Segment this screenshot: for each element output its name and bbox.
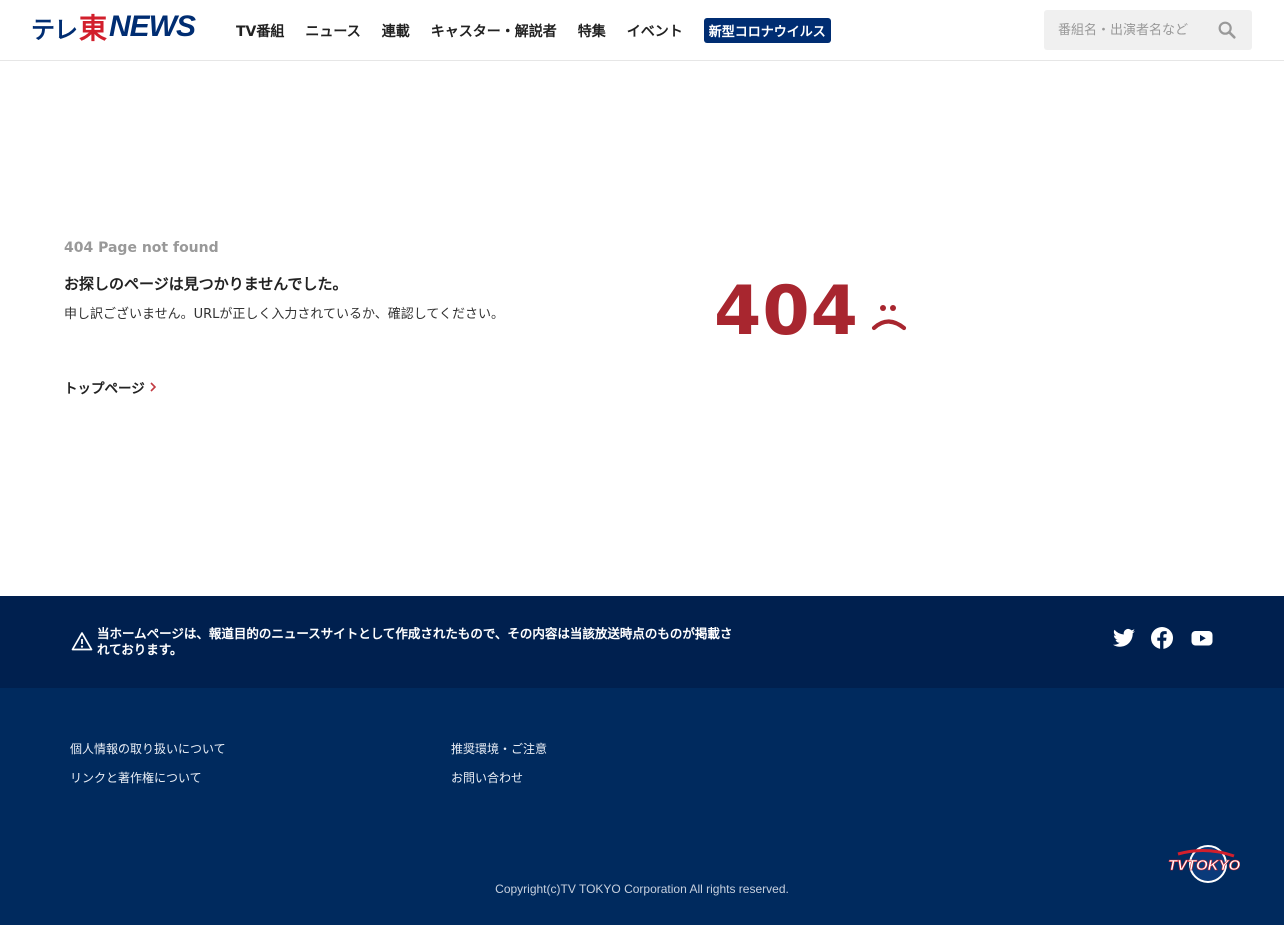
copyright: Copyright(c)TV TOKYO Corporation All rig… [495,882,789,896]
footer-link-privacy[interactable]: 個人情報の取り扱いについて [70,740,226,757]
sad-face-icon [871,305,907,331]
logo-tere: テレ [31,15,78,44]
error-title: お探しのページは見つかりませんでした。 [64,275,348,293]
main-nav: TV番組 ニュース 連載 キャスター・解説者 特集 イベント 新型コロナウイルス [236,18,831,43]
site-header: テレ 東 NEWS TV番組 ニュース 連載 キャスター・解説者 特集 イベント… [0,0,1284,61]
nav-events[interactable]: イベント [627,21,683,41]
nav-tv-programs[interactable]: TV番組 [236,21,284,41]
top-page-link-label: トップページ [64,381,145,397]
chevron-right-icon [150,382,156,392]
twitter-icon[interactable] [1112,626,1136,650]
search-icon[interactable] [1216,19,1238,41]
top-page-link[interactable]: トップページ [64,377,157,397]
nav-news[interactable]: ニュース [305,21,360,41]
error-description: 申し訳ございません。URLが正しく入力されているか、確認してください。 [64,307,504,322]
nav-casters[interactable]: キャスター・解説者 [431,21,557,41]
nav-features[interactable]: 特集 [578,21,606,41]
footer-link-copyright[interactable]: リンクと著作権について [70,769,202,786]
nav-series[interactable]: 連載 [382,21,410,41]
big-404-number: 404 [714,272,859,351]
footer-link-recommended-env[interactable]: 推奨環境・ご注意 [451,740,547,757]
tv-tokyo-logo-text: TVTOKYO [1168,857,1240,874]
youtube-icon[interactable] [1190,626,1214,650]
search-input[interactable] [1058,22,1218,38]
logo-higashi: 東 [79,12,108,45]
tv-tokyo-logo[interactable]: TVTOKYO [1168,844,1240,884]
error-illustration: 404 [714,278,907,346]
facebook-icon[interactable] [1150,626,1174,650]
error-code: 404 Page not found [64,240,219,256]
warning-icon [71,632,93,651]
logo-news: NEWS [109,10,196,43]
search-box [1044,10,1252,50]
notice-text: 当ホームページは、報道目的のニュースサイトとして作成されたもので、その内容は当該… [97,626,733,657]
nav-coronavirus-badge[interactable]: 新型コロナウイルス [703,18,831,43]
site-logo[interactable]: テレ 東 NEWS [31,10,201,45]
footer-link-contact[interactable]: お問い合わせ [451,769,523,786]
